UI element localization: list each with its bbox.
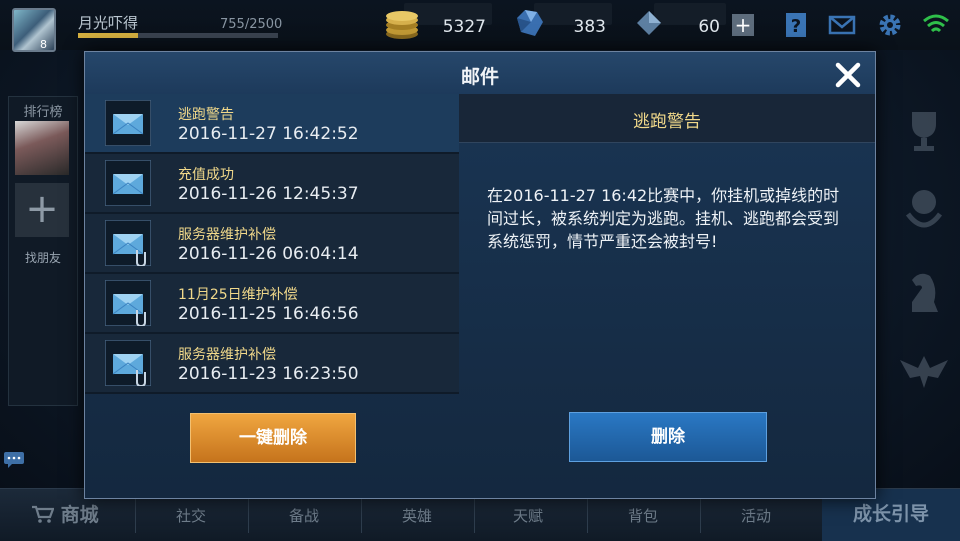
nav-divider (135, 499, 136, 533)
nav-divider (248, 499, 249, 533)
nav-shop-label: 商城 (60, 504, 99, 526)
mail-time: 2016-11-26 12:45:37 (178, 184, 359, 204)
svg-text:?: ? (791, 16, 801, 37)
trophy-icon[interactable] (898, 104, 950, 156)
delete-all-button[interactable]: 一键删除 (190, 413, 356, 463)
mail-time: 2016-11-25 16:46:56 (178, 304, 359, 324)
mail-list-item[interactable]: 11月25日维护补偿 2016-11-25 16:46:56 (85, 274, 459, 334)
eagle-icon[interactable] (898, 344, 950, 396)
player-name: 月光吓得 (78, 14, 139, 32)
add-currency-button[interactable]: + (732, 14, 754, 36)
nav-talents[interactable]: 天赋 (493, 505, 563, 526)
mail-list: 逃跑警告 2016-11-27 16:42:52 充值成功 2016-11-26 12… (85, 94, 459, 394)
nav-divider (587, 499, 588, 533)
envelope-icon (105, 160, 151, 206)
envelope-icon (105, 100, 151, 146)
crystal-icon (637, 11, 661, 35)
mail-time: 2016-11-26 06:04:14 (178, 244, 359, 264)
chat-icon[interactable] (4, 452, 24, 468)
help-icon[interactable]: ? (782, 11, 810, 39)
player-level: 8 (40, 38, 47, 51)
mail-detail-title: 逃跑警告 (633, 112, 701, 132)
mail-dialog-title: 邮件 (460, 66, 499, 88)
plus-icon: + (734, 13, 752, 37)
envelope-icon (105, 280, 151, 326)
mail-dialog-header: 邮件 (85, 52, 875, 95)
nav-divider (700, 499, 701, 533)
leaderboard-label[interactable]: 排行榜 (9, 101, 77, 120)
add-friend-button[interactable]: + (15, 183, 69, 237)
nav-heroes[interactable]: 英雄 (382, 505, 452, 526)
diamond-icon (517, 10, 543, 36)
mail-subject: 服务器维护补偿 (178, 347, 276, 363)
mail-list-item[interactable]: 服务器维护补偿 2016-11-23 16:23:50 (85, 334, 459, 394)
envelope-icon (105, 220, 151, 266)
find-friend-label: 找朋友 (24, 251, 61, 265)
chess-knight-icon[interactable] (898, 266, 950, 318)
diamond-value: 383 (573, 17, 606, 37)
mail-icon[interactable] (828, 11, 856, 39)
wifi-icon (923, 14, 949, 33)
gold-value: 5327 (442, 17, 486, 37)
nav-shop[interactable]: 商城 (32, 500, 99, 527)
nav-divider (361, 499, 362, 533)
nav-social[interactable]: 社交 (156, 505, 226, 526)
nav-bag[interactable]: 背包 (608, 505, 678, 526)
medal-icon[interactable] (898, 184, 950, 236)
envelope-icon (105, 340, 151, 386)
mail-time: 2016-11-23 16:23:50 (178, 364, 359, 384)
xp-bar (78, 33, 278, 38)
mail-list-item[interactable]: 充值成功 2016-11-26 12:45:37 (85, 154, 459, 214)
mail-detail-header: 逃跑警告 (459, 94, 875, 143)
crystal-value: 60 (698, 17, 720, 37)
mail-subject: 服务器维护补偿 (178, 227, 276, 243)
xp-text: 755/2500 (220, 17, 283, 32)
close-icon[interactable] (831, 58, 865, 92)
friend-avatar[interactable] (15, 121, 69, 175)
nav-prepare[interactable]: 备战 (269, 505, 339, 526)
top-bar: 8 月光吓得 755/2500 5327 383 60 + ? (0, 0, 960, 52)
xp-bar-fill (78, 33, 139, 38)
gold-coin-icon (386, 11, 418, 39)
delete-button[interactable]: 删除 (569, 412, 767, 462)
mail-subject: 11月25日维护补偿 (178, 287, 298, 303)
cart-icon (32, 505, 55, 523)
gear-icon[interactable] (876, 11, 904, 39)
mail-dialog: 邮件 逃跑警告 2016-11-27 16:42:52 充值成功 2016-11-26… (84, 51, 876, 499)
friends-panel: 排行榜 + 找朋友 (8, 96, 78, 406)
nav-divider (474, 499, 475, 533)
nav-events[interactable]: 活动 (721, 505, 791, 526)
mail-time: 2016-11-27 16:42:52 (178, 124, 359, 144)
mail-list-item[interactable]: 服务器维护补偿 2016-11-26 06:04:14 (85, 214, 459, 274)
mail-subject: 逃跑警告 (178, 107, 234, 123)
mail-detail-body: 在2016-11-27 16:42比赛中，你挂机或掉线的时间过长，被系统判定为逃… (487, 186, 840, 251)
mail-list-item[interactable]: 逃跑警告 2016-11-27 16:42:52 (85, 94, 459, 154)
mail-subject: 充值成功 (178, 167, 234, 183)
player-avatar[interactable] (12, 8, 56, 52)
